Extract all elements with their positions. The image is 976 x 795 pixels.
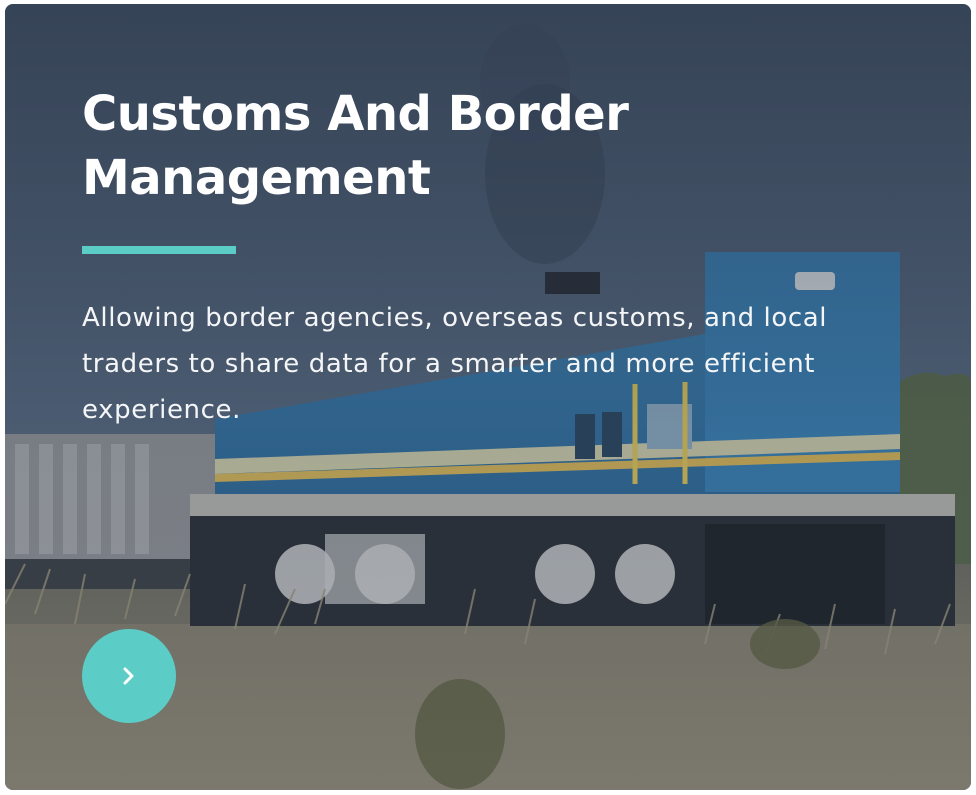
chevron-right-icon [121,666,137,686]
next-arrow-button[interactable] [82,629,176,723]
card-title: Customs And Border Management [82,86,629,206]
title-accent-divider [82,246,236,254]
card-description: Allowing border agencies, overseas custo… [82,303,828,425]
service-card[interactable]: Customs And Border Management Allowing b… [5,4,971,790]
